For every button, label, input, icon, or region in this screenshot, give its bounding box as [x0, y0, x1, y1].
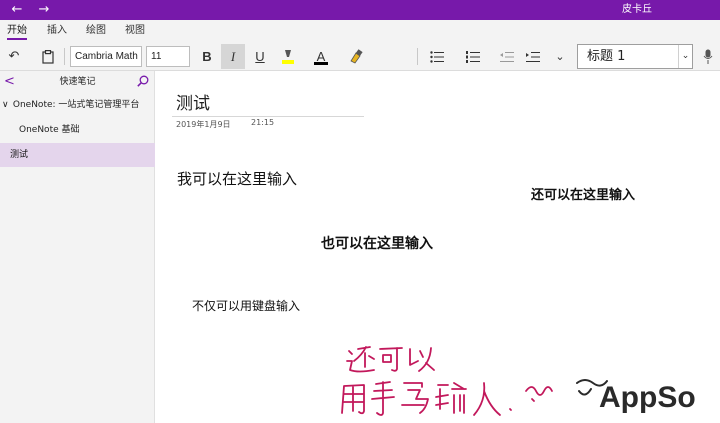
- paragraph-style-dropdown[interactable]: 标题 1 ⌄: [577, 44, 693, 69]
- watermark-text: AppSo: [599, 381, 696, 414]
- back-arrow-icon[interactable]: ←: [6, 0, 28, 20]
- note-text[interactable]: 不仅可以用键盘输入: [192, 297, 300, 314]
- page-time: 21:15: [251, 118, 275, 127]
- title-bar: ← → 皮卡丘: [0, 0, 720, 20]
- style-value: 标题 1: [587, 49, 626, 64]
- highlighter-icon[interactable]: [276, 44, 300, 69]
- note-text[interactable]: 我可以在这里输入: [177, 168, 297, 189]
- tab-insert[interactable]: 插入: [47, 20, 67, 42]
- font-name-field[interactable]: Cambria Math: [70, 46, 142, 67]
- back-chevron-icon[interactable]: <: [4, 71, 15, 93]
- font-color-swatch: [314, 62, 328, 65]
- notebook-list-title: 快速笔记: [59, 77, 96, 87]
- navigation-header: 快速笔记 <: [0, 71, 155, 93]
- chevron-down-icon: ∨: [2, 100, 9, 110]
- notebook-label: OneNote: 一站式笔记管理平台: [12, 100, 140, 110]
- ribbon-tabs: 开始 插入 绘图 视图: [0, 20, 720, 42]
- appso-watermark: AppSo AppSo: [575, 378, 697, 416]
- format-painter-icon[interactable]: [344, 44, 368, 69]
- undo-icon[interactable]: ↶: [2, 44, 26, 69]
- numbered-list-icon[interactable]: [461, 44, 485, 69]
- page-date: 2019年1月9日: [176, 120, 231, 129]
- page-title[interactable]: 测试: [176, 89, 210, 114]
- bold-button[interactable]: B: [195, 44, 219, 69]
- clipboard-icon[interactable]: [36, 44, 60, 69]
- title-underline: [172, 116, 364, 117]
- font-size-field[interactable]: 11: [146, 46, 190, 67]
- font-color-button[interactable]: A: [309, 44, 333, 69]
- decrease-indent-icon[interactable]: [495, 44, 519, 69]
- search-icon[interactable]: [137, 75, 149, 87]
- tab-view[interactable]: 视图: [125, 20, 145, 42]
- note-text[interactable]: 也可以在这里输入: [321, 233, 433, 253]
- separator: [417, 48, 418, 65]
- tab-home[interactable]: 开始: [7, 20, 27, 42]
- chevron-down-icon: ⌄: [678, 45, 692, 68]
- section-item[interactable]: OneNote 基础: [0, 119, 155, 141]
- bullet-list-icon[interactable]: [425, 44, 449, 69]
- forward-arrow-icon[interactable]: →: [33, 0, 55, 20]
- more-chevron-icon[interactable]: ⌄: [548, 44, 572, 69]
- italic-button[interactable]: I: [221, 44, 245, 69]
- underline-button[interactable]: U: [248, 44, 272, 69]
- formatting-toolbar: ↶ Cambria Math 11 B I U A ⌄ 标题 1 ⌄: [0, 42, 720, 71]
- separator: [64, 48, 65, 65]
- tab-draw[interactable]: 绘图: [86, 20, 106, 42]
- navigation-pane: 快速笔记 < ∨ OneNote: 一站式笔记管理平台 OneNote 基础 测…: [0, 71, 155, 423]
- page-item-selected[interactable]: 测试: [0, 143, 155, 167]
- increase-indent-icon[interactable]: [521, 44, 545, 69]
- note-text[interactable]: 还可以在这里输入: [531, 184, 635, 203]
- dictate-icon[interactable]: [697, 44, 719, 69]
- user-name[interactable]: 皮卡丘: [622, 0, 652, 20]
- notebook-item[interactable]: ∨ OneNote: 一站式笔记管理平台: [0, 94, 155, 116]
- page-canvas[interactable]: 测试 2019年1月9日 21:15 我可以在这里输入 还可以在这里输入 也可以…: [156, 71, 720, 423]
